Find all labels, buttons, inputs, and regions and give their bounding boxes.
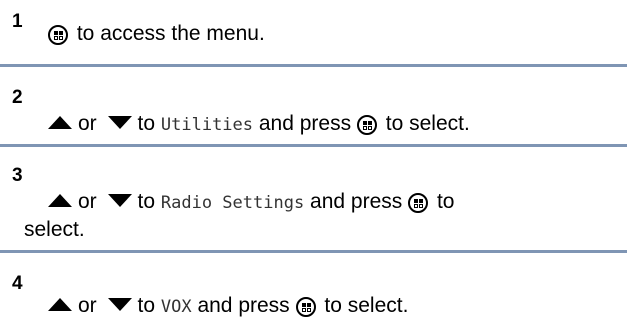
menu-item-name: VOX <box>160 297 192 317</box>
menu-ok-button-icon <box>295 297 316 317</box>
menu-ok-button-icon <box>48 25 68 45</box>
down-arrow-icon <box>107 298 132 311</box>
or-text: or <box>78 190 97 213</box>
step-instruction: to access the menu. <box>76 22 265 45</box>
step-separator <box>0 250 627 253</box>
step-number: 1 <box>12 11 23 32</box>
after-text: to <box>436 190 455 213</box>
step-separator <box>0 64 627 67</box>
down-arrow-icon <box>107 116 132 129</box>
step-text-continued: select. <box>24 218 85 241</box>
up-arrow-icon <box>48 298 72 311</box>
or-text: or <box>78 112 97 135</box>
step-text: to access the menu. <box>48 22 265 46</box>
to-text: to <box>137 190 156 213</box>
step-text: or to Radio Settings and press to <box>48 190 454 215</box>
up-arrow-icon <box>48 194 72 207</box>
after-text: to select. <box>385 112 470 135</box>
menu-ok-button-icon <box>356 115 377 135</box>
step-text: or to VOX and press to select. <box>48 294 408 319</box>
menu-item-name: Utilities <box>160 115 254 135</box>
press-text: and press <box>258 112 352 135</box>
press-text: and press <box>310 190 403 213</box>
up-arrow-icon <box>48 116 72 129</box>
procedure-steps: 1 to access the menu. 2 or to Utilities … <box>0 0 627 322</box>
menu-ok-button-icon <box>408 193 429 213</box>
to-text: to <box>137 294 156 317</box>
step-separator <box>0 144 627 147</box>
or-text: or <box>78 294 97 317</box>
step-text: or to Utilities and press to select. <box>48 112 470 137</box>
menu-item-name: Radio Settings <box>160 193 305 213</box>
after-text: to select. <box>324 294 409 317</box>
down-arrow-icon <box>107 194 132 207</box>
step-number: 4 <box>12 273 23 294</box>
to-text: to <box>137 112 156 135</box>
press-text: and press <box>197 294 290 317</box>
step-number: 2 <box>12 87 23 108</box>
step-number: 3 <box>12 165 23 186</box>
